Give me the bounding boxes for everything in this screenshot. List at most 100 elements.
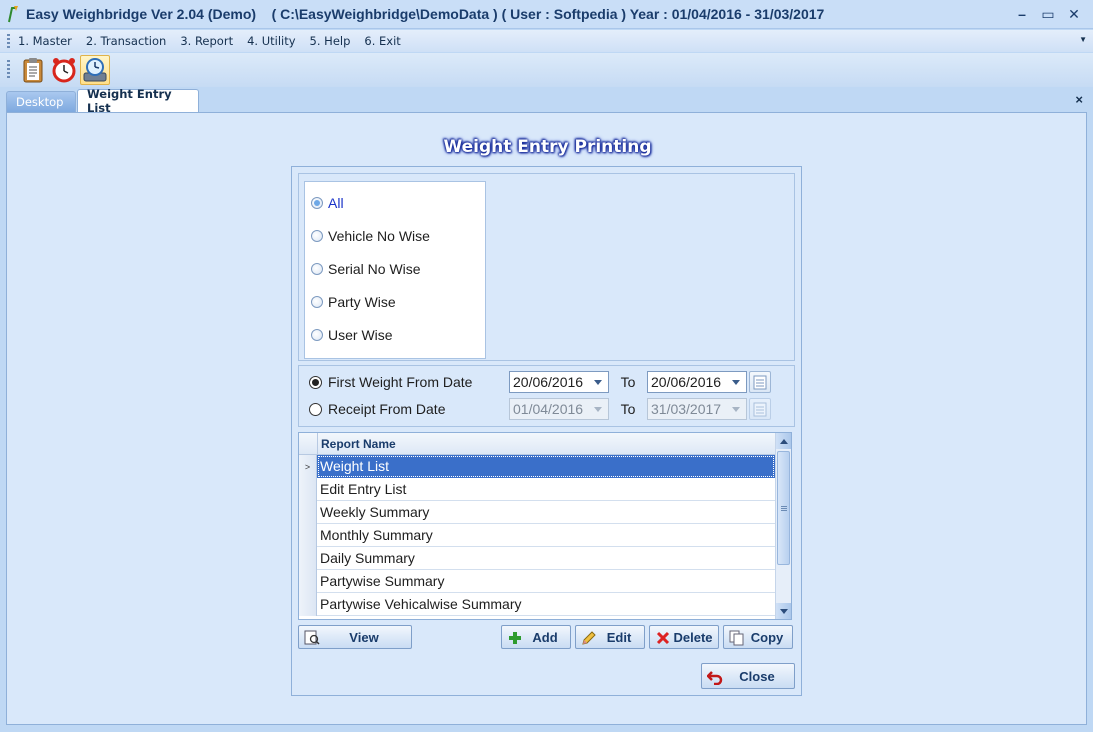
radio-user-wise[interactable]: User Wise (311, 326, 393, 344)
grid-scrollbar[interactable] (775, 433, 791, 619)
tab-strip: Desktop Weight Entry List × (0, 87, 1093, 115)
row-pointer-icon: > (299, 455, 317, 478)
edit-button[interactable]: Edit (575, 625, 645, 649)
menu-utility[interactable]: 4. Utility (247, 34, 295, 48)
table-row[interactable]: Weekly Summary (299, 501, 775, 524)
title-bar: Easy Weighbridge Ver 2.04 (Demo) ( C:\Ea… (0, 0, 1093, 29)
to-label: To (620, 401, 636, 417)
radio-receipt-date[interactable] (309, 402, 322, 416)
restore-button[interactable]: ▭ (1035, 4, 1061, 24)
copy-button[interactable]: Copy (723, 625, 793, 649)
row-indicator (299, 501, 317, 524)
radio-label: Party Wise (328, 294, 396, 310)
delete-button[interactable]: Delete (649, 625, 719, 649)
date-value: 31/03/2017 (651, 401, 722, 417)
radio-indicator (311, 263, 323, 275)
add-button[interactable]: Add (501, 625, 571, 649)
menu-report[interactable]: 3. Report (180, 34, 233, 48)
report-name-cell[interactable]: Edit Entry List (317, 478, 775, 501)
toolbar-grip[interactable] (7, 60, 10, 80)
scroll-down-button[interactable] (776, 603, 791, 619)
tab-close-icon[interactable]: × (1075, 92, 1083, 107)
scroll-up-button[interactable] (776, 433, 791, 449)
first-weight-to-date-input[interactable]: 20/06/2016 (647, 371, 747, 393)
tab-weight-entry-list[interactable]: Weight Entry List (77, 87, 199, 115)
plus-icon (509, 632, 521, 644)
report-name-cell[interactable]: Monthly Summary (317, 524, 775, 547)
view-label: View (349, 629, 379, 645)
copy-label: Copy (750, 629, 784, 645)
radio-label: All (328, 195, 344, 211)
first-weight-date-row: First Weight From Date 20/06/2016 To 20/… (309, 371, 771, 393)
view-icon (304, 630, 320, 645)
copy-icon (729, 630, 744, 646)
delete-label: Delete (673, 629, 713, 645)
close-window-button[interactable]: ✕ (1061, 4, 1087, 24)
scroll-thumb[interactable] (777, 451, 790, 565)
delete-x-icon (656, 631, 670, 645)
radio-serial-no-wise[interactable]: Serial No Wise (311, 260, 421, 278)
table-row[interactable]: Monthly Summary (299, 524, 775, 547)
page-title: Weight Entry Printing (443, 137, 652, 157)
app-logo-icon (8, 6, 18, 23)
clipboard-icon (23, 58, 43, 83)
menu-grip[interactable] (7, 34, 10, 48)
menu-overflow-icon[interactable]: ▼ (1079, 35, 1087, 44)
menu-master[interactable]: 1. Master (18, 34, 72, 48)
tab-desktop[interactable]: Desktop (6, 91, 76, 112)
filter-radio-list: All Vehicle No Wise Serial No Wise Party… (304, 181, 486, 359)
add-label: Add (532, 629, 558, 645)
radio-label: User Wise (328, 327, 393, 343)
radio-party-wise[interactable]: Party Wise (311, 293, 396, 311)
receipt-date-label: Receipt From Date (328, 401, 446, 417)
report-name-cell[interactable]: Weekly Summary (317, 501, 775, 524)
minimize-button[interactable]: – (1009, 4, 1035, 24)
column-header-report-name[interactable]: Report Name (317, 433, 775, 455)
pencil-icon (582, 631, 596, 645)
report-name-cell[interactable]: Weight List (317, 455, 775, 478)
first-weight-from-date-input[interactable]: 20/06/2016 (509, 371, 609, 393)
toolbar-clipboard-button[interactable] (18, 55, 48, 85)
table-row[interactable]: Daily Summary (299, 547, 775, 570)
report-name-cell[interactable]: Partywise Vehicalwise Summary (317, 593, 775, 616)
table-row[interactable]: Edit Entry List (299, 478, 775, 501)
radio-all[interactable]: All (311, 194, 344, 212)
menu-exit[interactable]: 6. Exit (364, 34, 400, 48)
row-indicator (299, 570, 317, 593)
report-panel: All Vehicle No Wise Serial No Wise Party… (291, 166, 802, 696)
chevron-down-icon[interactable] (732, 380, 740, 385)
menu-bar: 1. Master 2. Transaction 3. Report 4. Ut… (0, 30, 1093, 52)
row-indicator (299, 593, 317, 616)
radio-first-weight-date[interactable] (309, 375, 322, 389)
table-row[interactable]: Partywise Vehicalwise Summary (299, 593, 775, 616)
table-row[interactable]: > Weight List (299, 455, 775, 478)
receipt-date-row: Receipt From Date 01/04/2016 To 31/03/20… (309, 398, 771, 420)
toolbar-backup-button[interactable] (80, 55, 110, 85)
menu-help[interactable]: 5. Help (310, 34, 351, 48)
tab-content: Weight Entry Printing All Vehicle No Wis… (6, 112, 1087, 725)
report-name-cell[interactable]: Partywise Summary (317, 570, 775, 593)
receipt-to-date-input: 31/03/2017 (647, 398, 747, 420)
report-grid: Report Name > Weight List Edit Entry Lis… (298, 432, 792, 620)
table-row[interactable]: Partywise Summary (299, 570, 775, 593)
calendar-icon (753, 402, 767, 417)
toolbar (0, 53, 1093, 87)
filter-group: All Vehicle No Wise Serial No Wise Party… (298, 173, 795, 361)
date-value: 01/04/2016 (513, 401, 584, 417)
edit-label: Edit (606, 629, 632, 645)
radio-indicator (311, 296, 323, 308)
chevron-down-icon[interactable] (594, 380, 602, 385)
radio-vehicle-no-wise[interactable]: Vehicle No Wise (311, 227, 430, 245)
chevron-down-icon (594, 407, 602, 412)
row-indicator (299, 524, 317, 547)
to-label: To (620, 374, 636, 390)
undo-arrow-icon (707, 671, 723, 685)
calendar-button[interactable] (749, 371, 771, 393)
chevron-up-icon (780, 438, 788, 444)
menu-transaction[interactable]: 2. Transaction (86, 34, 166, 48)
toolbar-alarm-button[interactable] (49, 55, 79, 85)
close-label: Close (739, 668, 775, 684)
view-button[interactable]: View (298, 625, 412, 649)
close-button[interactable]: Close (701, 663, 795, 689)
report-name-cell[interactable]: Daily Summary (317, 547, 775, 570)
